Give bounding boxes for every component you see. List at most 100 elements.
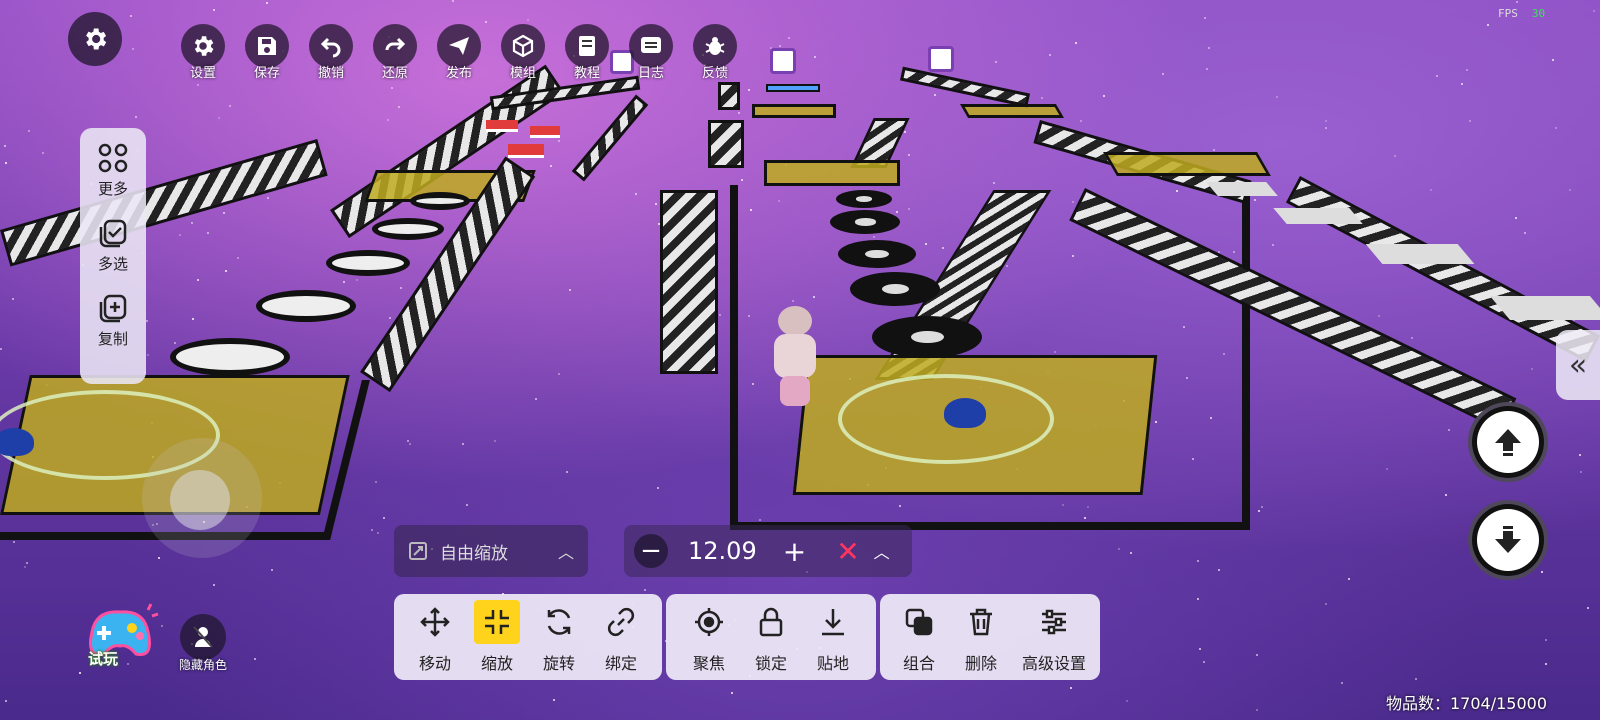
white-block xyxy=(1206,182,1278,196)
star xyxy=(1587,607,1589,609)
star xyxy=(1411,337,1413,339)
tool-label: 锁定 xyxy=(754,654,787,673)
tool-lock[interactable]: 锁定 xyxy=(740,600,802,674)
star xyxy=(179,234,181,236)
conveyor-belt xyxy=(660,190,718,374)
multi-select-button[interactable]: 多选 xyxy=(97,217,129,274)
copy-label: 复制 xyxy=(97,330,128,348)
tool-delete[interactable]: 删除 xyxy=(950,600,1012,674)
star xyxy=(267,197,269,199)
toolbar-module[interactable]: 模组 xyxy=(500,24,546,81)
tool-rotate[interactable]: 旋转 xyxy=(528,600,590,674)
portal-block xyxy=(928,46,954,72)
top-toolbar: 设置 保存 撤销 还原 发布 模组 教程 日志 反馈 xyxy=(180,24,738,81)
star xyxy=(1126,700,1128,702)
yellow-pad xyxy=(764,160,900,186)
more-button[interactable]: 更多 xyxy=(97,142,129,199)
tool-combine[interactable]: 组合 xyxy=(888,600,950,674)
multi-select-icon xyxy=(99,219,127,248)
star xyxy=(1162,73,1164,75)
toolbar-settings[interactable]: 设置 xyxy=(180,24,226,81)
star xyxy=(375,481,377,483)
star xyxy=(814,56,816,58)
star xyxy=(1130,552,1132,554)
conveyor-belt xyxy=(708,120,744,168)
person-hide-icon xyxy=(180,614,226,660)
star xyxy=(4,145,6,147)
collapse-panel-button[interactable]: « xyxy=(1556,330,1600,400)
tool-label: 缩放 xyxy=(480,654,513,673)
increase-button[interactable]: + xyxy=(783,535,806,568)
move-icon xyxy=(412,600,458,644)
star xyxy=(1445,494,1447,496)
scale-value[interactable]: 12.09 xyxy=(688,537,757,565)
scale-mode-label: 自由缩放 xyxy=(440,543,508,564)
toolbar-log[interactable]: 日志 xyxy=(628,24,674,81)
star xyxy=(1118,548,1120,550)
copy-button[interactable]: 复制 xyxy=(97,292,129,349)
move-down-button[interactable] xyxy=(1468,500,1548,580)
tool-move[interactable]: 移动 xyxy=(404,600,466,674)
toolbar-publish[interactable]: 发布 xyxy=(436,24,482,81)
star xyxy=(1325,127,1327,129)
tool-bind[interactable]: 绑定 xyxy=(590,600,652,674)
item-count: 物品数：1704/15000 xyxy=(1386,694,1548,713)
tool-advanced-settings[interactable]: 高级设置 xyxy=(1012,600,1096,674)
hide-character-label: 隐藏角色 xyxy=(178,658,227,672)
chevron-up-icon[interactable]: ︿ xyxy=(874,539,890,563)
star xyxy=(558,373,560,375)
main-settings-button[interactable] xyxy=(68,12,122,66)
conveyor-belt xyxy=(718,82,740,110)
tool-label: 组合 xyxy=(902,654,935,673)
star xyxy=(569,289,571,291)
star xyxy=(409,443,411,445)
star xyxy=(24,566,26,568)
toolbar-save[interactable]: 保存 xyxy=(244,24,290,81)
tool-label: 移动 xyxy=(418,654,451,673)
star xyxy=(904,131,906,133)
rotate-icon xyxy=(536,600,582,644)
gear-obstacle xyxy=(372,218,444,240)
tool-ground[interactable]: 贴地 xyxy=(802,600,864,674)
star xyxy=(1466,69,1468,71)
star xyxy=(462,443,464,445)
star xyxy=(12,298,14,300)
star xyxy=(466,504,468,506)
axis-x-indicator[interactable]: ✕ xyxy=(836,535,859,568)
toolbar-tutorial[interactable]: 教程 xyxy=(564,24,610,81)
gear-obstacle xyxy=(256,290,356,322)
move-up-button[interactable] xyxy=(1468,402,1548,482)
toolbar-redo[interactable]: 还原 xyxy=(372,24,418,81)
star xyxy=(135,116,137,118)
toolbar-label: 还原 xyxy=(381,66,408,81)
star xyxy=(1555,127,1557,129)
star xyxy=(130,15,132,17)
scale-mode-dropdown[interactable]: 自由缩放 ︿ xyxy=(394,525,588,577)
star xyxy=(1080,120,1082,122)
white-block xyxy=(1365,244,1475,264)
arrow-up-icon xyxy=(1495,429,1521,456)
object-tools: 组合 删除 高级设置 xyxy=(880,594,1100,680)
star xyxy=(213,9,215,11)
ground-icon xyxy=(810,600,856,644)
white-block xyxy=(1489,296,1600,320)
star xyxy=(229,105,231,107)
toolbar-undo[interactable]: 撤销 xyxy=(308,24,354,81)
tool-label: 高级设置 xyxy=(1021,654,1086,673)
star xyxy=(400,287,402,289)
try-play-button[interactable]: 试玩 xyxy=(82,602,160,674)
toolbar-feedback[interactable]: 反馈 xyxy=(692,24,738,81)
joystick-knob[interactable] xyxy=(170,470,230,530)
star xyxy=(1552,59,1554,61)
star xyxy=(192,318,194,320)
star xyxy=(1448,429,1450,431)
tool-focus[interactable]: 聚焦 xyxy=(678,600,740,674)
star xyxy=(207,232,209,234)
star xyxy=(527,19,529,21)
decrease-button[interactable]: − xyxy=(634,534,668,568)
tool-scale[interactable]: 缩放 xyxy=(466,600,528,674)
player-character xyxy=(770,306,820,406)
hide-character-button[interactable]: 隐藏角色 xyxy=(172,614,234,673)
star xyxy=(213,584,215,586)
tool-label: 旋转 xyxy=(542,654,575,673)
